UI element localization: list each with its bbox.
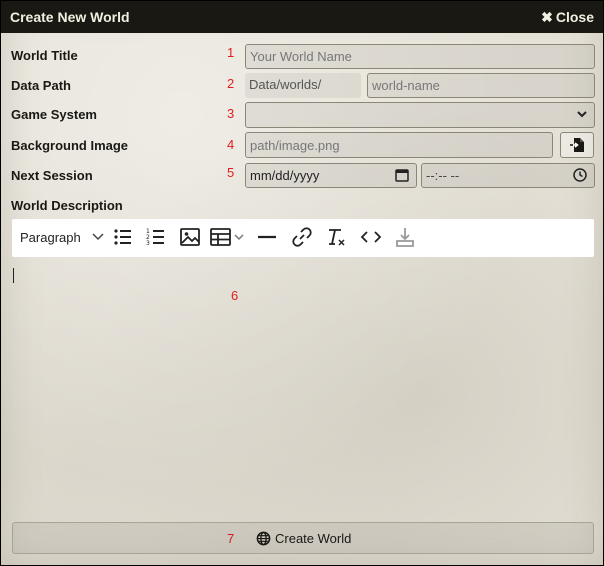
close-label: Close [555, 9, 594, 25]
annotation-number-1: 1 [227, 45, 235, 60]
background-image-label: Background Image [11, 138, 129, 153]
bullet-list-button[interactable] [113, 226, 133, 250]
next-session-label: Next Session [11, 168, 93, 183]
annotation-number-5: 5 [227, 165, 235, 180]
clock-icon [572, 167, 588, 183]
block-format-dropdown[interactable]: Paragraph [20, 230, 104, 254]
data-path-prefix: Data/worlds/ [245, 73, 361, 98]
file-picker-button[interactable] [560, 132, 594, 158]
world-description-label: World Description [11, 198, 123, 213]
insert-table-button[interactable] [210, 226, 246, 250]
image-icon [179, 226, 201, 248]
horizontal-rule-icon [257, 226, 277, 248]
clear-format-icon [326, 226, 348, 248]
block-format-label: Paragraph [20, 230, 81, 245]
annotation-number-4: 4 [227, 137, 235, 152]
world-title-label: World Title [11, 48, 78, 63]
chevron-down-icon [92, 229, 104, 243]
numbered-list-button[interactable]: 1 2 3 [146, 226, 166, 250]
calendar-icon [394, 167, 410, 183]
globe-icon [256, 531, 271, 546]
times-icon: ✖ [541, 9, 553, 25]
window-titlebar[interactable]: Create New World ✖ Close [1, 1, 603, 33]
create-world-dialog: Create New World ✖Close World Title 1 Da… [0, 0, 604, 566]
time-placeholder: --:-- -- [426, 168, 460, 183]
annotation-number-2: 2 [227, 76, 235, 91]
horizontal-rule-button[interactable] [257, 226, 277, 250]
create-world-button[interactable]: Create World [12, 522, 594, 554]
clear-formatting-button[interactable] [326, 226, 348, 250]
table-icon [210, 226, 246, 248]
svg-text:3: 3 [146, 240, 150, 247]
next-session-date-input[interactable]: mm/dd/yyyy [245, 163, 417, 188]
save-icon [394, 226, 416, 248]
insert-image-button[interactable] [179, 226, 201, 250]
annotation-number-6: 6 [231, 288, 239, 303]
create-world-label: Create World [275, 531, 352, 546]
data-path-input[interactable] [367, 73, 595, 98]
bullet-list-icon [113, 226, 133, 248]
world-description-editor[interactable] [11, 259, 595, 517]
code-icon [360, 226, 382, 248]
numbered-list-icon: 1 2 3 [146, 226, 166, 248]
close-button[interactable]: ✖ Close [541, 9, 594, 26]
text-caret [13, 268, 14, 283]
save-button[interactable] [394, 226, 416, 250]
chevron-down-icon [576, 107, 588, 121]
file-import-icon [569, 136, 587, 154]
insert-link-button[interactable] [291, 226, 313, 250]
data-path-label: Data Path [11, 78, 71, 93]
editor-toolbar: Paragraph 1 2 3 [12, 219, 594, 257]
next-session-time-input[interactable]: --:-- -- [421, 163, 595, 188]
game-system-label: Game System [11, 107, 97, 122]
date-placeholder: mm/dd/yyyy [250, 168, 320, 183]
annotation-number-3: 3 [227, 106, 235, 121]
background-image-input[interactable] [245, 132, 553, 158]
link-icon [291, 226, 313, 248]
world-title-input[interactable] [245, 44, 595, 69]
code-button[interactable] [360, 226, 382, 250]
window-title: Create New World [10, 9, 130, 25]
game-system-select[interactable] [245, 102, 595, 128]
